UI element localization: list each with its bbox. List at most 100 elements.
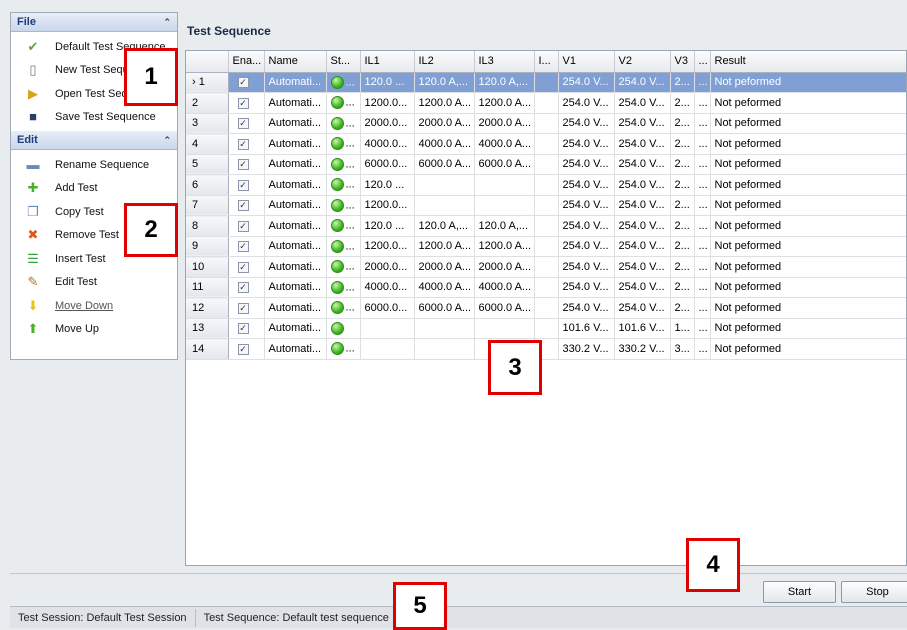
table-row[interactable]: 7 ✓ Automati...... 1200.0... 254.0 V... 254.0…	[186, 195, 906, 216]
cell-il1[interactable]: 2000.0...	[360, 113, 415, 134]
cell-il2[interactable]	[414, 338, 475, 360]
cell-i[interactable]	[534, 195, 559, 216]
table-row[interactable]: 5 ✓ Automati...... 6000.0... 6000.0 A... 6000…	[186, 154, 906, 175]
cell-name[interactable]: Automati...	[264, 195, 327, 216]
cell-extra[interactable]: ...	[694, 215, 711, 237]
row-number[interactable]: 13	[186, 318, 229, 339]
cell-i[interactable]	[534, 277, 559, 298]
cell-il1[interactable]: 120.0 ...	[360, 215, 415, 237]
cell-i[interactable]	[534, 256, 559, 278]
cell-il2[interactable]: 120.0 A,...	[414, 72, 475, 93]
cell-result[interactable]: Not peformed	[710, 113, 906, 134]
cell-il2[interactable]: 2000.0 A...	[414, 256, 475, 278]
cell-status[interactable]: ...	[326, 236, 361, 257]
cell-il1[interactable]: 120.0 ...	[360, 174, 415, 196]
cell-v1[interactable]: 254.0 V...	[558, 174, 615, 196]
cell-i[interactable]	[534, 113, 559, 134]
cell-v2[interactable]: 254.0 V...	[614, 256, 671, 278]
cell-i[interactable]	[534, 318, 559, 339]
cell-v2[interactable]: 254.0 V...	[614, 72, 671, 93]
cell-i[interactable]	[534, 215, 559, 237]
cell-result[interactable]: Not peformed	[710, 92, 906, 114]
cell-il2[interactable]: 6000.0 A...	[414, 297, 475, 319]
table-row[interactable]: 2 ✓ Automati...... 1200.0... 1200.0 A... 1200…	[186, 92, 906, 114]
cell-result[interactable]: Not peformed	[710, 215, 906, 237]
cell-v2[interactable]: 254.0 V...	[614, 277, 671, 298]
cell-v3[interactable]: 2...	[670, 195, 695, 216]
cell-i[interactable]	[534, 72, 559, 93]
cell-status[interactable]: ...	[326, 133, 361, 155]
cell-result[interactable]: Not peformed	[710, 195, 906, 216]
cell-v2[interactable]: 254.0 V...	[614, 113, 671, 134]
enabled-checkbox-icon[interactable]: ✓	[237, 97, 249, 109]
cell-name[interactable]: Automati...	[264, 92, 327, 114]
cell-il3[interactable]: 6000.0 A...	[474, 154, 535, 175]
cell-v1[interactable]: 254.0 V...	[558, 256, 615, 278]
cell-v2[interactable]: 254.0 V...	[614, 297, 671, 319]
cell-extra[interactable]: ...	[694, 133, 711, 155]
enabled-checkbox-icon[interactable]: ✓	[237, 159, 249, 171]
cell-result[interactable]: Not peformed	[710, 338, 906, 360]
table-row[interactable]: 13 ✓ Automati... 101.6 V... 101.6 V... 1.....…	[186, 318, 906, 339]
cell-v3[interactable]: 2...	[670, 215, 695, 237]
cell-v1[interactable]: 254.0 V...	[558, 92, 615, 114]
cell-il1[interactable]: 1200.0...	[360, 92, 415, 114]
row-number[interactable]: 7	[186, 195, 229, 216]
column-header[interactable]: St...	[326, 51, 361, 73]
cell-result[interactable]: Not peformed	[710, 154, 906, 175]
column-header[interactable]: V3	[670, 51, 695, 73]
column-header[interactable]: Result	[710, 51, 906, 73]
row-number[interactable]: 2	[186, 92, 229, 114]
sidebar-item-move-up[interactable]: ⬆ Move Up	[11, 318, 177, 342]
cell-v1[interactable]: 101.6 V...	[558, 318, 615, 339]
table-row[interactable]: 12 ✓ Automati...... 6000.0... 6000.0 A... 600…	[186, 297, 906, 319]
cell-il1[interactable]: 2000.0...	[360, 256, 415, 278]
row-number[interactable]: 12	[186, 297, 229, 319]
cell-il1[interactable]: 6000.0...	[360, 297, 415, 319]
cell-result[interactable]: Not peformed	[710, 297, 906, 319]
cell-il3[interactable]: 2000.0 A...	[474, 256, 535, 278]
enabled-checkbox-icon[interactable]: ✓	[237, 241, 249, 253]
cell-il2[interactable]: 6000.0 A...	[414, 154, 475, 175]
cell-il1[interactable]	[360, 318, 415, 339]
cell-name[interactable]: Automati...	[264, 256, 327, 278]
cell-extra[interactable]: ...	[694, 236, 711, 257]
cell-il3[interactable]	[474, 195, 535, 216]
cell-v2[interactable]: 254.0 V...	[614, 236, 671, 257]
cell-status[interactable]: ...	[326, 338, 361, 360]
sidebar-item-add-test[interactable]: ✚ Add Test	[11, 177, 177, 201]
cell-extra[interactable]: ...	[694, 318, 711, 339]
table-row[interactable]: 10 ✓ Automati...... 2000.0... 2000.0 A... 200…	[186, 256, 906, 278]
enabled-checkbox-icon[interactable]: ✓	[237, 200, 249, 212]
cell-result[interactable]: Not peformed	[710, 174, 906, 196]
cell-extra[interactable]: ...	[694, 72, 711, 93]
cell-status[interactable]: ...	[326, 256, 361, 278]
cell-v2[interactable]: 254.0 V...	[614, 195, 671, 216]
sidebar-item-save-test-sequence[interactable]: ■ Save Test Sequence	[11, 106, 177, 130]
row-number[interactable]: 4	[186, 133, 229, 155]
column-header[interactable]: I...	[534, 51, 559, 73]
enabled-checkbox-icon[interactable]: ✓	[237, 179, 249, 191]
cell-extra[interactable]: ...	[694, 174, 711, 196]
cell-name[interactable]: Automati...	[264, 72, 327, 93]
cell-il2[interactable]: 4000.0 A...	[414, 277, 475, 298]
cell-v1[interactable]: 254.0 V...	[558, 297, 615, 319]
cell-name[interactable]: Automati...	[264, 113, 327, 134]
cell-v3[interactable]: 1...	[670, 318, 695, 339]
cell-il3[interactable]	[474, 174, 535, 196]
collapse-chevron-icon[interactable]: ⌃	[163, 17, 171, 28]
cell-name[interactable]: Automati...	[264, 236, 327, 257]
column-header[interactable]: V2	[614, 51, 671, 73]
cell-il1[interactable]: 1200.0...	[360, 236, 415, 257]
table-row[interactable]: 9 ✓ Automati...... 1200.0... 1200.0 A... 1200…	[186, 236, 906, 257]
sidebar-item-edit-test[interactable]: ✎ Edit Test	[11, 271, 177, 295]
cell-v1[interactable]: 254.0 V...	[558, 277, 615, 298]
cell-il2[interactable]: 2000.0 A...	[414, 113, 475, 134]
row-number[interactable]: 3	[186, 113, 229, 134]
cell-status[interactable]: ...	[326, 72, 361, 93]
cell-status[interactable]: ...	[326, 195, 361, 216]
cell-name[interactable]: Automati...	[264, 318, 327, 339]
cell-i[interactable]	[534, 236, 559, 257]
cell-v1[interactable]: 254.0 V...	[558, 215, 615, 237]
cell-il2[interactable]	[414, 174, 475, 196]
